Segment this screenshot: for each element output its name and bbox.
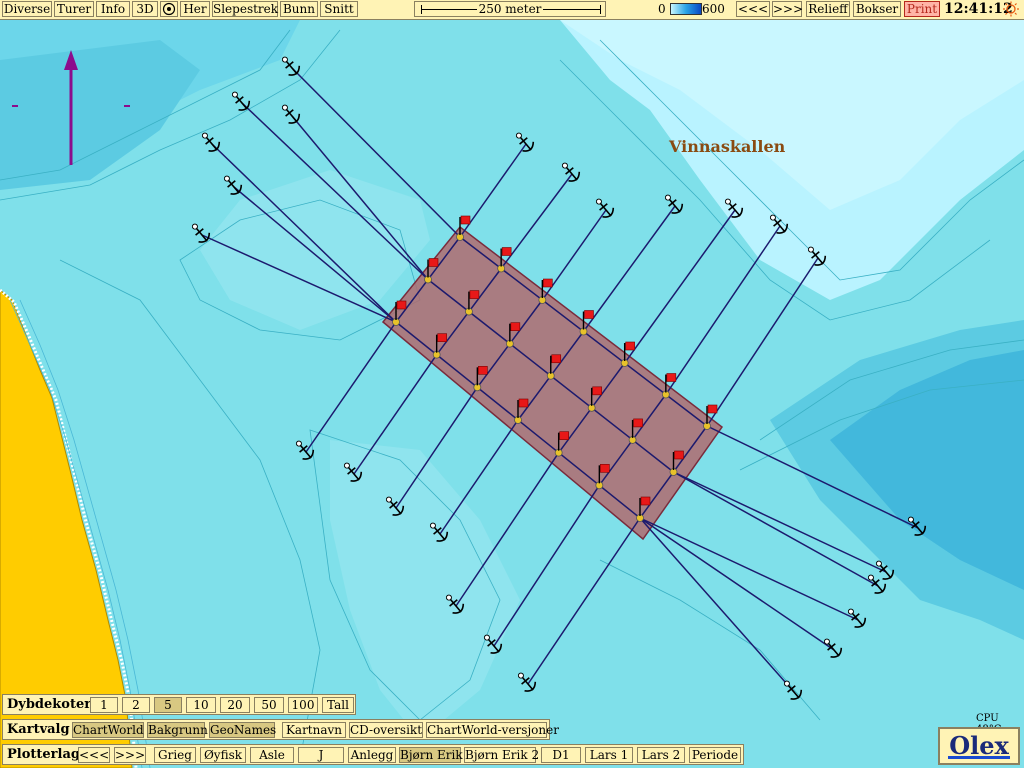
depth-max: 600 <box>702 2 725 16</box>
plotterlag-label: Plotterlag <box>7 747 80 762</box>
menu-slepestrek[interactable]: Slepestrek <box>212 1 278 17</box>
dybdekoter-label: Dybdekoter <box>7 697 92 712</box>
dybdekoter-tall[interactable]: Tall <box>322 697 354 713</box>
olex-logo[interactable]: Olex <box>938 727 1020 765</box>
menu-snitt[interactable]: Snitt <box>320 1 358 17</box>
next-button[interactable]: >>> <box>772 1 803 17</box>
plotterlag-next[interactable]: >>> <box>114 747 146 763</box>
layer-anlegg[interactable]: Anlegg <box>348 747 396 763</box>
depth-min: 0 <box>658 2 666 16</box>
dybdekoter-panel: Dybdekoter 1 2 5 10 20 50 100 Tall <box>2 694 356 715</box>
logo-underline <box>948 756 1010 759</box>
prev-button[interactable]: <<< <box>736 1 770 17</box>
kartvalg-chartworld-versjoner[interactable]: ChartWorld-versjoner <box>426 722 559 738</box>
kartvalg-kartnavn[interactable]: Kartnavn <box>282 722 346 738</box>
layer-asle[interactable]: Asle <box>250 747 294 763</box>
kartvalg-bakgrunn[interactable]: Bakgrunn <box>147 722 208 738</box>
dybdekoter-50[interactable]: 50 <box>254 697 284 713</box>
layer-grieg[interactable]: Grieg <box>154 747 196 763</box>
kartvalg-cd-oversikt[interactable]: CD-oversikt <box>349 722 423 738</box>
depth-legend[interactable]: 0 600 <box>654 1 734 17</box>
kartvalg-panel: Kartvalg ChartWorld Bakgrunn GeoNames Ka… <box>2 719 559 740</box>
top-toolbar: Diverse Turer Info 3D Her Slepestrek Bun… <box>0 0 1024 20</box>
sun-icon[interactable] <box>1002 1 1020 17</box>
depth-gradient <box>670 3 702 15</box>
menu-turer[interactable]: Turer <box>54 1 94 17</box>
target-button[interactable] <box>160 1 178 17</box>
layer-lars-1[interactable]: Lars 1 <box>585 747 633 763</box>
menu-diverse[interactable]: Diverse <box>2 1 52 17</box>
scale-bar: 250 meter <box>414 1 606 17</box>
menu-bunn[interactable]: Bunn <box>280 1 318 17</box>
layer-d1[interactable]: D1 <box>541 747 581 763</box>
kartvalg-label: Kartvalg <box>7 722 70 737</box>
menu-her[interactable]: Her <box>180 1 210 17</box>
print-button[interactable]: Print <box>904 1 940 17</box>
menu-3d[interactable]: 3D <box>132 1 158 17</box>
scale-label: 250 meter <box>476 2 544 16</box>
place-name-label: Vinnaskallen <box>669 137 786 156</box>
clock: 12:41:12 <box>944 1 1013 17</box>
layer-lars-2[interactable]: Lars 2 <box>637 747 685 763</box>
target-icon <box>162 2 176 16</box>
kartvalg-geonames[interactable]: GeoNames <box>209 722 276 738</box>
bokser-button[interactable]: Bokser <box>853 1 901 17</box>
plotterlag-panel: Plotterlag <<< >>> Grieg Øyfisk Asle J A… <box>2 744 744 765</box>
chart-canvas[interactable] <box>0 20 1024 768</box>
dybdekoter-2[interactable]: 2 <box>122 697 150 713</box>
dybdekoter-5[interactable]: 5 <box>154 697 182 713</box>
layer-oyfisk[interactable]: Øyfisk <box>200 747 246 763</box>
layer-j[interactable]: J <box>298 747 344 763</box>
relieff-button[interactable]: Relieff <box>806 1 850 17</box>
chart-map[interactable]: Vinnaskallen <box>0 20 1024 768</box>
dybdekoter-10[interactable]: 10 <box>186 697 216 713</box>
plotterlag-prev[interactable]: <<< <box>78 747 110 763</box>
layer-bjorn-erik[interactable]: Bjørn Erik <box>399 747 463 763</box>
menu-info[interactable]: Info <box>96 1 130 17</box>
dybdekoter-1[interactable]: 1 <box>90 697 118 713</box>
dybdekoter-20[interactable]: 20 <box>220 697 250 713</box>
layer-periode[interactable]: Periode <box>689 747 741 763</box>
dybdekoter-100[interactable]: 100 <box>288 697 318 713</box>
layer-bjorn-erik-2[interactable]: Bjørn Erik 2 <box>464 747 539 763</box>
kartvalg-chartworld[interactable]: ChartWorld <box>72 722 144 738</box>
